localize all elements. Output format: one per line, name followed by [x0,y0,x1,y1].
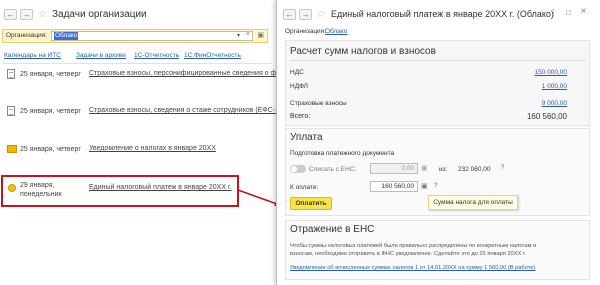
favorite-star-icon[interactable]: ☆ [38,10,47,20]
row-value-insurance[interactable]: 9 000,00 [542,100,567,107]
org-select[interactable]: Облако ▾ × [51,31,253,41]
favorite-star-icon[interactable]: ☆ [317,10,326,20]
back-button[interactable]: ← [283,9,296,20]
calc-section: Расчет сумм налогов и взносов НДС 150 00… [285,40,590,126]
row-label-insurance: Страховые взносы [290,100,347,107]
task-title[interactable]: Страховые взносы, персонифицированные св… [89,70,283,77]
payment-section: Уплата Подготовка платежного документа С… [285,128,590,216]
ens-text-line1: Чтобы суммы налоговых платежей были прав… [290,243,537,249]
task-row[interactable]: 25 января, четверг Страховые взносы, све… [0,103,281,121]
document-icon [7,69,15,79]
help-icon[interactable]: ? [501,165,504,171]
row-value-vat[interactable]: 150 000,00 [534,69,567,76]
org-label: Организация: [285,28,327,35]
calculator-icon[interactable]: ▣ [421,182,428,190]
more-menu-icon[interactable]: ⋮ [547,8,560,19]
task-date-line1: 29 января, [20,182,55,189]
task-date-line2: понедельник [20,191,62,198]
task-date: 25 января, четверг [20,146,81,153]
close-icon[interactable]: × [577,7,590,18]
row-value-ndfl[interactable]: 1 000,00 [542,83,567,90]
envelope-icon [7,145,17,153]
links-bar: Календарь на ИТС Задачи в архиве 1С-Отче… [4,52,272,61]
row-label-vat: НДС [290,69,304,76]
task-title[interactable]: Единый налоговый платеж в январе 20XX г. [89,184,232,191]
tooltip: Сумма налога для оплаты [428,195,518,210]
page-title: Задачи организации [52,9,147,20]
ens-amount-field: 0,00 [370,163,418,174]
ens-section: Отражение в ЕНС Чтобы суммы налоговых пл… [285,220,590,280]
task-date: 25 января, четверг [20,71,81,78]
task-date: 25 января, четверг [20,108,81,115]
from-value: 232 060,00 [458,166,491,173]
total-value: 160 560,00 [526,112,567,121]
ens-section-title: Отражение в ЕНС [290,224,375,235]
divider [2,63,272,64]
document-icon [7,106,15,116]
divider [290,60,585,61]
link-1c-finreporting[interactable]: 1С:ФинОтчетность [184,52,241,59]
link-archive[interactable]: Задачи в архиве [76,52,126,59]
task-title[interactable]: Уведомление о налогах в январе 20XX [89,145,216,152]
ens-payment-dialog: ← → ☆ Единый налоговый платеж в январе 2… [276,0,600,285]
org-link[interactable]: Облако [325,28,347,35]
help-icon[interactable]: ? [434,183,437,189]
ens-text-line2: взносам, необходимо отправить в ФНС увед… [290,251,526,257]
coin-icon [8,184,16,192]
link-its-calendar[interactable]: Календарь на ИТС [4,52,61,59]
clear-icon[interactable]: × [246,31,250,38]
org-filter-bar: Организация: Облако ▾ × ▣ [2,29,268,43]
calculator-icon: ▣ [421,165,428,172]
task-title[interactable]: Страховые взносы, сведения о стаже сотру… [89,107,281,114]
to-pay-label: К оплате: [290,184,319,191]
total-label: Всего: [290,113,311,120]
tasks-window: ← → ☆ Задачи организации Организация: Об… [0,0,283,285]
forward-button[interactable]: → [299,9,312,20]
task-row[interactable]: 25 января, четверг Страховые взносы, пер… [0,66,283,84]
org-label: Организация: [6,32,48,39]
payment-section-title: Уплата [290,132,323,143]
dropdown-arrow-icon[interactable]: ▾ [237,32,240,39]
back-button[interactable]: ← [4,9,17,20]
row-label-ndfl: НДФЛ [290,83,308,90]
prep-label: Подготовка платежного документа [290,150,395,157]
ens-toggle[interactable] [290,165,306,173]
task-row-selected[interactable]: 29 января, понедельник Единый налоговый … [0,178,238,206]
open-icon[interactable]: ▣ [257,31,264,39]
calc-section-title: Расчет сумм налогов и взносов [290,46,436,57]
to-pay-field[interactable]: 160 560,00 [370,181,418,192]
notice-link[interactable]: Уведомление об исчисленных суммах налого… [290,265,535,271]
dialog-title: Единый налоговый платеж в январе 20XX г.… [331,9,554,19]
ens-label: Списать с ЕНС: [309,166,357,173]
maximize-icon[interactable]: □ [562,8,575,19]
forward-button[interactable]: → [20,9,33,20]
from-label: из: [439,166,448,173]
pay-button[interactable]: Оплатить [290,197,332,210]
task-row[interactable]: 25 января, четверг Уведомление о налогах… [0,141,276,159]
link-1c-reporting[interactable]: 1С-Отчетность [134,52,179,59]
org-select-value: Облако [54,32,79,40]
